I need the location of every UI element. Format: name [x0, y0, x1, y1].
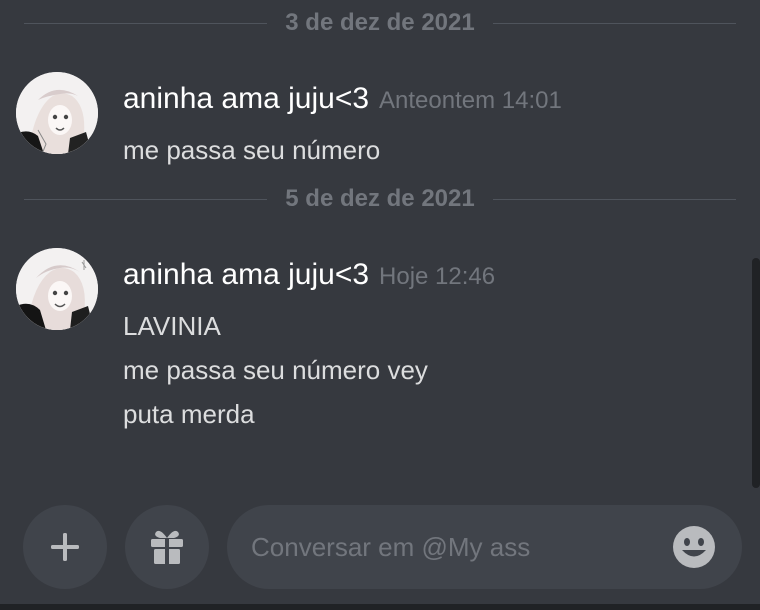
username[interactable]: aninha ama juju<3	[123, 258, 369, 291]
message-header: aninha ama juju<3 Anteontem 14:01	[123, 82, 562, 116]
divider-date: 3 de dez de 2021	[285, 9, 475, 36]
chat-window: 3 de dez de 2021 aninha ama juju<3 Anteon…	[0, 0, 760, 610]
date-divider: 5 de dez de 2021	[24, 184, 736, 214]
scrollbar[interactable]	[752, 258, 760, 488]
message-header: aninha ama juju<3 Hoje 12:46	[123, 258, 495, 292]
message-line: LAVINIA	[123, 311, 221, 341]
message-input[interactable]	[251, 505, 671, 589]
message-line: me passa seu número vey	[123, 355, 428, 385]
timestamp: Hoje 12:46	[379, 263, 496, 290]
divider-line	[24, 198, 268, 200]
date-divider: 3 de dez de 2021	[24, 8, 736, 38]
message-body: LAVINIA me passa seu número vey puta mer…	[123, 310, 428, 442]
bottom-edge	[0, 604, 760, 610]
avatar[interactable]	[16, 72, 98, 154]
username[interactable]: aninha ama juju<3	[123, 82, 369, 115]
gift-icon	[151, 530, 183, 564]
emoji-button[interactable]	[672, 525, 716, 569]
add-attachment-button[interactable]	[23, 505, 107, 589]
message-line: me passa seu número	[123, 135, 381, 165]
divider-line	[492, 22, 736, 24]
emoji-icon	[673, 526, 715, 568]
divider-line	[492, 198, 736, 200]
divider-date: 5 de dez de 2021	[285, 185, 475, 212]
timestamp: Anteontem 14:01	[379, 87, 562, 114]
divider-line	[24, 22, 268, 24]
plus-icon	[51, 533, 79, 561]
gift-button[interactable]	[125, 505, 209, 589]
avatar[interactable]	[16, 248, 98, 330]
message-composer	[227, 505, 742, 589]
message-body: me passa seu número	[123, 134, 380, 178]
message-line: puta merda	[123, 399, 255, 429]
